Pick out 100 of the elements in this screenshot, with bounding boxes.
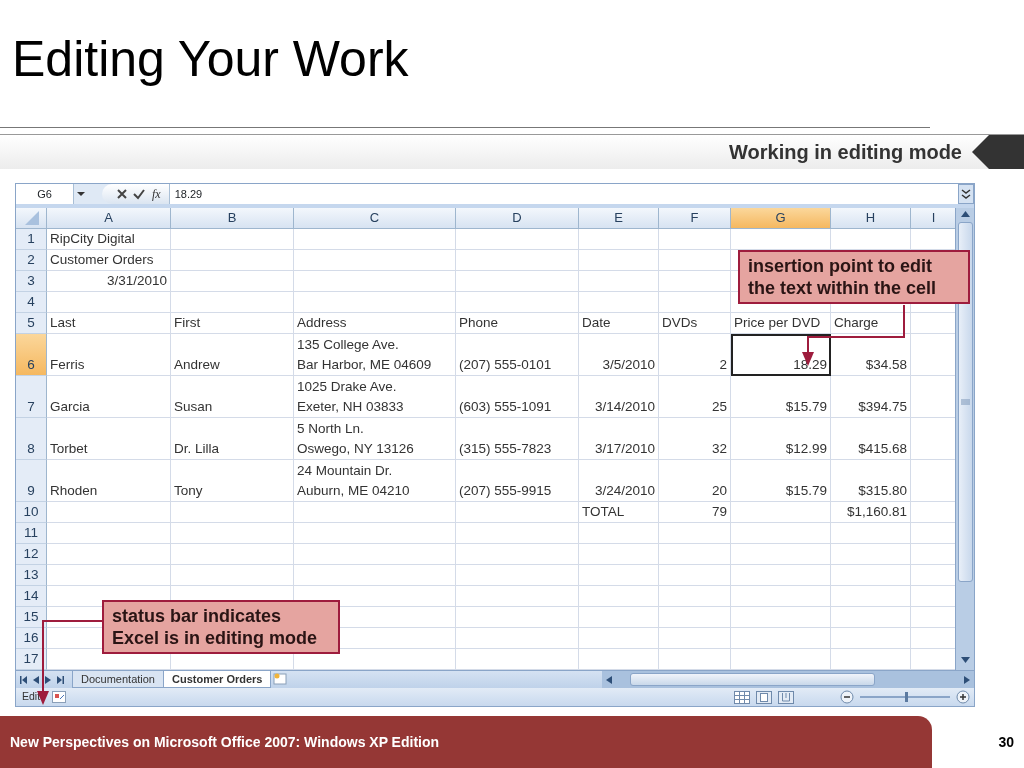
- table-cell: 25: [659, 376, 731, 418]
- column-header[interactable]: D: [456, 208, 579, 229]
- table-cell: $34.58: [831, 334, 911, 376]
- row-header[interactable]: 16: [16, 628, 47, 649]
- table-cell: Dr. Lilla: [171, 418, 294, 460]
- empty-cell: [659, 292, 731, 313]
- macro-record-icon[interactable]: [52, 691, 67, 703]
- row-header[interactable]: 5: [16, 313, 47, 334]
- table-cell: 3/14/2010: [579, 376, 659, 418]
- row-header[interactable]: 4: [16, 292, 47, 313]
- table-cell: Last: [47, 313, 171, 334]
- table-cell: $15.79: [731, 376, 831, 418]
- table-cell: Date: [579, 313, 659, 334]
- column-header[interactable]: F: [659, 208, 731, 229]
- grip-icon: [960, 399, 970, 405]
- table-cell: Andrew: [171, 334, 294, 376]
- empty-cell: [659, 565, 731, 586]
- table-cell: (207) 555-9915: [456, 460, 579, 502]
- sheet-tab[interactable]: Customer Orders: [163, 671, 272, 688]
- column-header[interactable]: G: [731, 208, 831, 229]
- empty-cell: [659, 229, 731, 250]
- page-break-icon[interactable]: [778, 690, 794, 704]
- table-cell: RipCity Digital: [47, 229, 171, 250]
- empty-cell: [659, 544, 731, 565]
- table-cell: Tony: [171, 460, 294, 502]
- first-sheet-icon[interactable]: [20, 675, 27, 684]
- table-cell: $12.99: [731, 418, 831, 460]
- table-cell: 24 Mountain Dr. Auburn, ME 04210: [294, 460, 456, 502]
- table-cell: $415.68: [831, 418, 911, 460]
- next-sheet-icon[interactable]: [45, 675, 51, 684]
- row-header[interactable]: 10: [16, 502, 47, 523]
- column-header[interactable]: I: [911, 208, 956, 229]
- column-header[interactable]: C: [294, 208, 456, 229]
- name-box[interactable]: G6: [16, 184, 74, 204]
- row-header[interactable]: 17: [16, 649, 47, 670]
- last-sheet-icon[interactable]: [57, 675, 64, 684]
- empty-cell: [659, 607, 731, 628]
- scroll-right-icon[interactable]: [964, 675, 970, 684]
- table-cell: 2: [659, 334, 731, 376]
- sheet-tab[interactable]: Documentation: [72, 671, 164, 688]
- table-cell: Customer Orders: [47, 250, 171, 271]
- slider-thumb[interactable]: [905, 692, 908, 702]
- callout-box: status bar indicates Excel is in editing mode: [102, 600, 340, 654]
- table-cell: Phone: [456, 313, 579, 334]
- column-header[interactable]: E: [579, 208, 659, 229]
- function-button[interactable]: fx: [150, 185, 163, 203]
- banner-text: Working in editing mode: [729, 140, 963, 165]
- check-icon[interactable]: [133, 188, 145, 200]
- table-cell: 20: [659, 460, 731, 502]
- table-cell: 3/24/2010: [579, 460, 659, 502]
- table-cell: $15.79: [731, 460, 831, 502]
- row-header[interactable]: 6: [16, 334, 47, 376]
- row-header[interactable]: 2: [16, 250, 47, 271]
- table-cell: 32: [659, 418, 731, 460]
- table-cell: $315.80: [831, 460, 911, 502]
- empty-cell: [659, 586, 731, 607]
- empty-cell: [659, 628, 731, 649]
- cancel-icon[interactable]: [116, 188, 128, 200]
- normal-view-icon[interactable]: [734, 690, 750, 704]
- page-number: 30: [997, 732, 1015, 752]
- table-cell: 3/5/2010: [579, 334, 659, 376]
- column-header[interactable]: B: [171, 208, 294, 229]
- table-cell: 3/31/2010: [47, 271, 171, 292]
- row-header[interactable]: 11: [16, 523, 47, 544]
- formula-field[interactable]: 18.29: [168, 184, 958, 204]
- row-header[interactable]: 13: [16, 565, 47, 586]
- column-header[interactable]: H: [831, 208, 911, 229]
- table-cell: 135 College Ave. Bar Harbor, ME 04609: [294, 334, 456, 376]
- table-cell: Ferris: [47, 334, 171, 376]
- previous-sheet-icon[interactable]: [33, 675, 39, 684]
- table-cell: (603) 555-1091: [456, 376, 579, 418]
- table-cell: $1,160.81: [831, 502, 911, 523]
- scroll-thumb[interactable]: [630, 673, 875, 686]
- row-header[interactable]: 8: [16, 418, 47, 460]
- table-cell: 18.29: [731, 334, 831, 376]
- expand-icon[interactable]: [958, 184, 974, 204]
- row-header[interactable]: 15: [16, 607, 47, 628]
- zoom-in-icon[interactable]: [956, 690, 970, 704]
- page-layout-icon[interactable]: [756, 690, 772, 704]
- row-header[interactable]: 9: [16, 460, 47, 502]
- row-header[interactable]: 3: [16, 271, 47, 292]
- chevron-icon: [972, 135, 1024, 169]
- table-cell: Garcia: [47, 376, 171, 418]
- row-header[interactable]: 12: [16, 544, 47, 565]
- table-cell: Charge: [831, 313, 911, 334]
- scroll-left-icon[interactable]: [606, 675, 612, 684]
- zoom-out-icon[interactable]: [840, 690, 854, 704]
- row-header[interactable]: 1: [16, 229, 47, 250]
- table-cell: 5 North Ln. Oswego, NY 13126: [294, 418, 456, 460]
- table-cell: 3/17/2010: [579, 418, 659, 460]
- row-header[interactable]: 14: [16, 586, 47, 607]
- column-header[interactable]: A: [47, 208, 171, 229]
- table-cell: First: [171, 313, 294, 334]
- table-cell: Address: [294, 313, 456, 334]
- row-header[interactable]: 7: [16, 376, 47, 418]
- table-cell: (207) 555-0101: [456, 334, 579, 376]
- table-cell: TOTAL: [579, 502, 659, 523]
- footer-text: New Perspectives on Microsoft Office 2007: Windows XP Edition: [0, 716, 932, 768]
- table-cell: Price per DVD: [731, 313, 831, 334]
- status-mode: Edit: [21, 689, 42, 705]
